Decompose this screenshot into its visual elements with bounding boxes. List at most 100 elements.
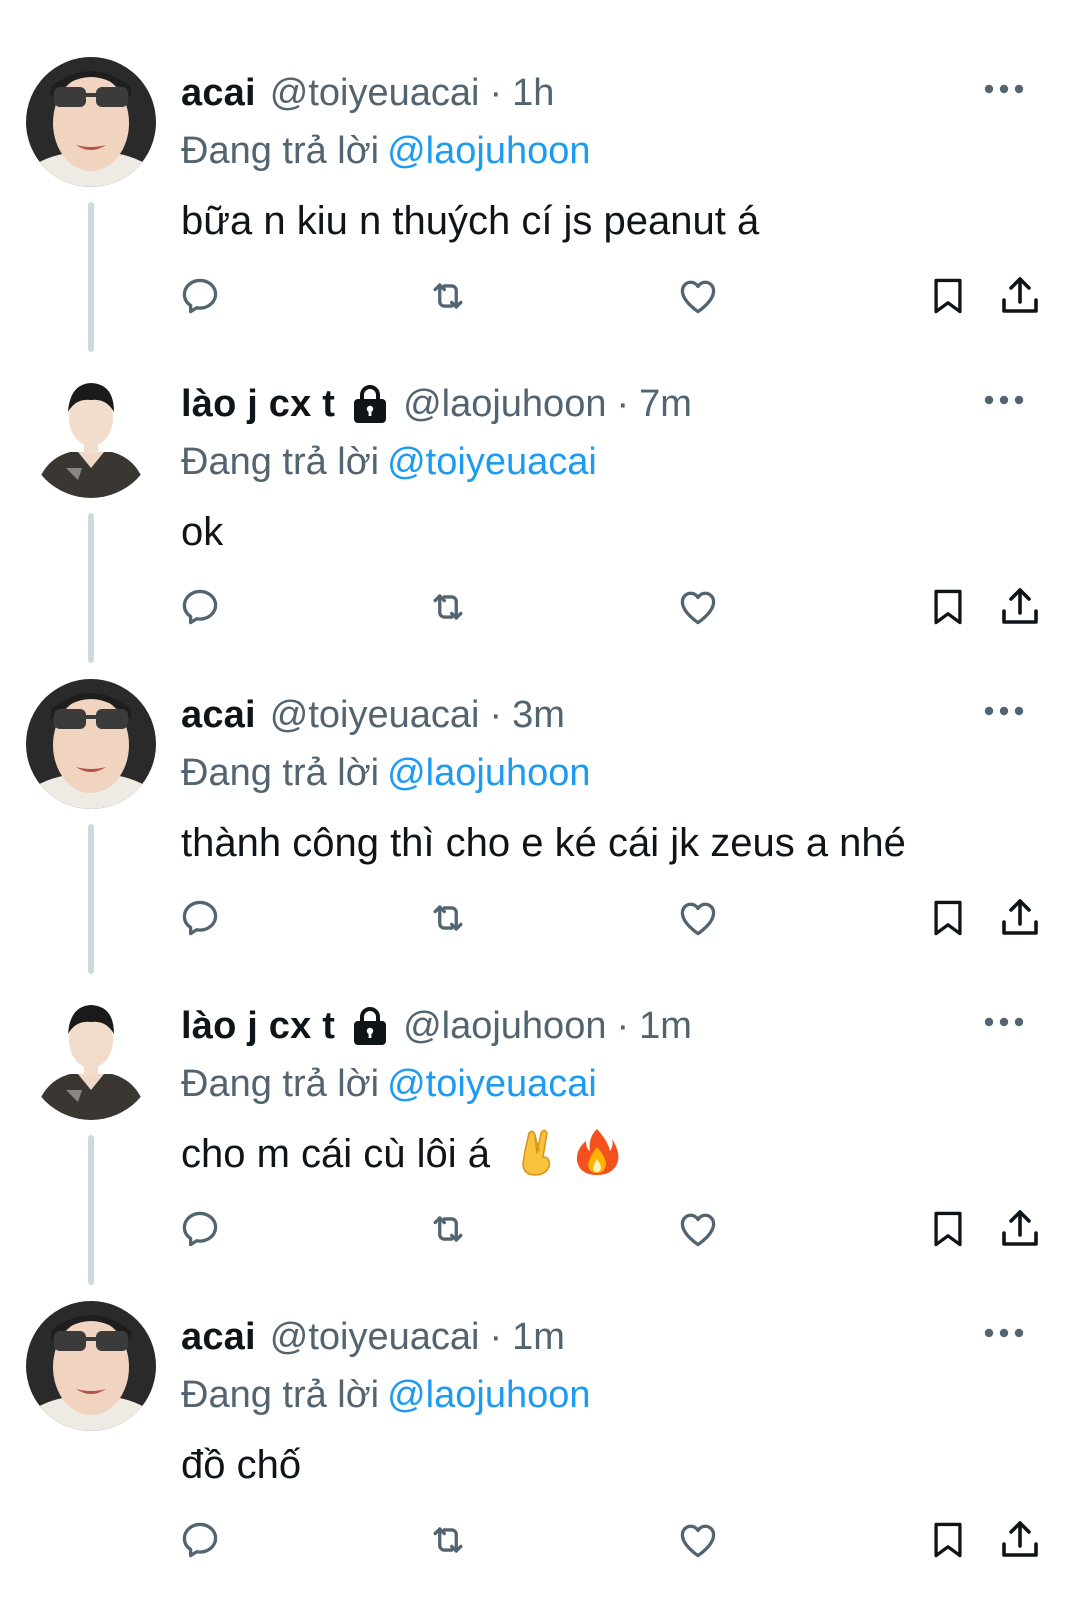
separator-dot: · — [616, 383, 630, 425]
fire-emoji — [577, 1129, 619, 1176]
more-options-icon[interactable] — [984, 1016, 1024, 1028]
reply-button[interactable] — [176, 583, 224, 631]
tweet-header: acai @toiyeuacai · 1m — [181, 1309, 565, 1365]
bookmark-icon — [934, 900, 962, 936]
display-name[interactable]: acai — [181, 1309, 256, 1365]
share-icon — [1002, 277, 1038, 313]
tweet-actions-bar — [0, 1516, 1080, 1566]
user-handle[interactable]: @toiyeuacai — [270, 687, 480, 743]
avatar[interactable] — [26, 679, 156, 809]
retweet-button[interactable] — [424, 1205, 472, 1253]
user-handle[interactable]: @toiyeuacai — [270, 1309, 480, 1365]
tweet-text-container: cho m cái cù lôi á — [181, 1124, 620, 1184]
bookmark-button[interactable] — [924, 272, 972, 320]
display-name[interactable]: lào j cx t — [181, 376, 335, 432]
retweet-icon — [433, 905, 463, 931]
tweet[interactable]: acai @toiyeuacai · 3m Đang trả lời @laoju… — [0, 679, 1080, 990]
like-icon — [680, 902, 716, 936]
like-icon — [680, 591, 716, 625]
replying-to-handle-link[interactable]: @toiyeuacai — [387, 1063, 597, 1105]
tweet-time[interactable]: 1h — [512, 65, 554, 121]
more-options-icon[interactable] — [984, 83, 1024, 95]
more-options-icon[interactable] — [984, 394, 1024, 406]
user-handle[interactable]: @laojuhoon — [403, 998, 606, 1054]
separator-dot: · — [616, 1005, 630, 1047]
like-icon — [680, 1524, 716, 1558]
share-button[interactable] — [996, 1516, 1044, 1564]
user-handle[interactable]: @laojuhoon — [403, 376, 606, 432]
retweet-button[interactable] — [424, 1516, 472, 1564]
bookmark-icon — [934, 1522, 962, 1558]
bookmark-icon — [934, 278, 962, 314]
separator-dot: · — [489, 1316, 503, 1358]
tweet-time[interactable]: 1m — [639, 998, 692, 1054]
bookmark-icon — [934, 589, 962, 625]
retweet-button[interactable] — [424, 894, 472, 942]
more-options-icon[interactable] — [984, 705, 1024, 717]
tweet[interactable]: lào j cx t @laojuhoon · 1m Đang trả lời @… — [0, 990, 1080, 1301]
tweet-time[interactable]: 3m — [512, 687, 565, 743]
replying-to-line: Đang trả lời @laojuhoon — [181, 123, 591, 179]
tweet[interactable]: acai @toiyeuacai · 1m Đang trả lời @laoju… — [0, 1301, 1080, 1612]
share-button[interactable] — [996, 1205, 1044, 1253]
like-button[interactable] — [674, 272, 722, 320]
replying-to-handle-link[interactable]: @toiyeuacai — [387, 441, 597, 483]
share-button[interactable] — [996, 272, 1044, 320]
tweet[interactable]: lào j cx t @laojuhoon · 7m Đang trả lời @… — [0, 368, 1080, 679]
replying-to-line: Đang trả lời @toiyeuacai — [181, 434, 597, 490]
reply-icon — [182, 589, 218, 625]
bookmark-button[interactable] — [924, 1205, 972, 1253]
retweet-button[interactable] — [424, 272, 472, 320]
reply-button[interactable] — [176, 1205, 224, 1253]
user-handle[interactable]: @toiyeuacai — [270, 65, 480, 121]
lock-icon — [354, 1007, 387, 1045]
replying-to-handle-link[interactable]: @laojuhoon — [387, 752, 590, 794]
share-button[interactable] — [996, 583, 1044, 631]
like-button[interactable] — [674, 1205, 722, 1253]
reply-button[interactable] — [176, 1516, 224, 1564]
share-icon — [1002, 1521, 1038, 1557]
like-button[interactable] — [674, 894, 722, 942]
replying-to-handle-link[interactable]: @laojuhoon — [387, 130, 590, 172]
tweet-text: cho m cái cù lôi á — [181, 1132, 491, 1176]
tweet-time[interactable]: 1m — [512, 1309, 565, 1365]
reply-button[interactable] — [176, 272, 224, 320]
avatar[interactable] — [26, 368, 156, 498]
retweet-button[interactable] — [424, 583, 472, 631]
bookmark-icon — [934, 1211, 962, 1247]
tweet-actions-bar — [0, 583, 1080, 633]
avatar[interactable] — [26, 990, 156, 1120]
replying-to-label: Đang trả lời — [181, 130, 380, 172]
crossed-fingers-emoji — [522, 1130, 551, 1177]
tweet-header: lào j cx t @laojuhoon · 7m — [181, 376, 692, 432]
bookmark-button[interactable] — [924, 1516, 972, 1564]
bookmark-button[interactable] — [924, 583, 972, 631]
tweet-text: đồ chố — [181, 1443, 302, 1487]
bookmark-button[interactable] — [924, 894, 972, 942]
tweet-time[interactable]: 7m — [639, 376, 692, 432]
more-options-icon[interactable] — [984, 1327, 1024, 1339]
reply-button[interactable] — [176, 894, 224, 942]
replying-to-handle-link[interactable]: @laojuhoon — [387, 1374, 590, 1416]
display-name[interactable]: acai — [181, 687, 256, 743]
avatar[interactable] — [26, 57, 156, 187]
tweet[interactable]: acai @toiyeuacai · 1h Đang trả lời @laoju… — [0, 57, 1080, 368]
replying-to-label: Đang trả lời — [181, 1374, 380, 1416]
display-name[interactable]: acai — [181, 65, 256, 121]
separator-dot: · — [489, 72, 503, 114]
tweet-text: bữa n kiu n thuých cí js peanut á — [181, 199, 760, 243]
display-name[interactable]: lào j cx t — [181, 998, 335, 1054]
retweet-icon — [433, 1527, 463, 1553]
like-button[interactable] — [674, 1516, 722, 1564]
reply-icon — [182, 900, 218, 936]
reply-icon — [182, 1522, 218, 1558]
like-button[interactable] — [674, 583, 722, 631]
share-icon — [1002, 588, 1038, 624]
tweet-actions-bar — [0, 1205, 1080, 1255]
avatar[interactable] — [26, 1301, 156, 1431]
share-icon — [1002, 1210, 1038, 1246]
retweet-icon — [433, 1216, 463, 1242]
replying-to-label: Đang trả lời — [181, 1063, 380, 1105]
share-button[interactable] — [996, 894, 1044, 942]
reply-thread: acai @toiyeuacai · 1h Đang trả lời @laoju… — [0, 57, 1080, 1612]
